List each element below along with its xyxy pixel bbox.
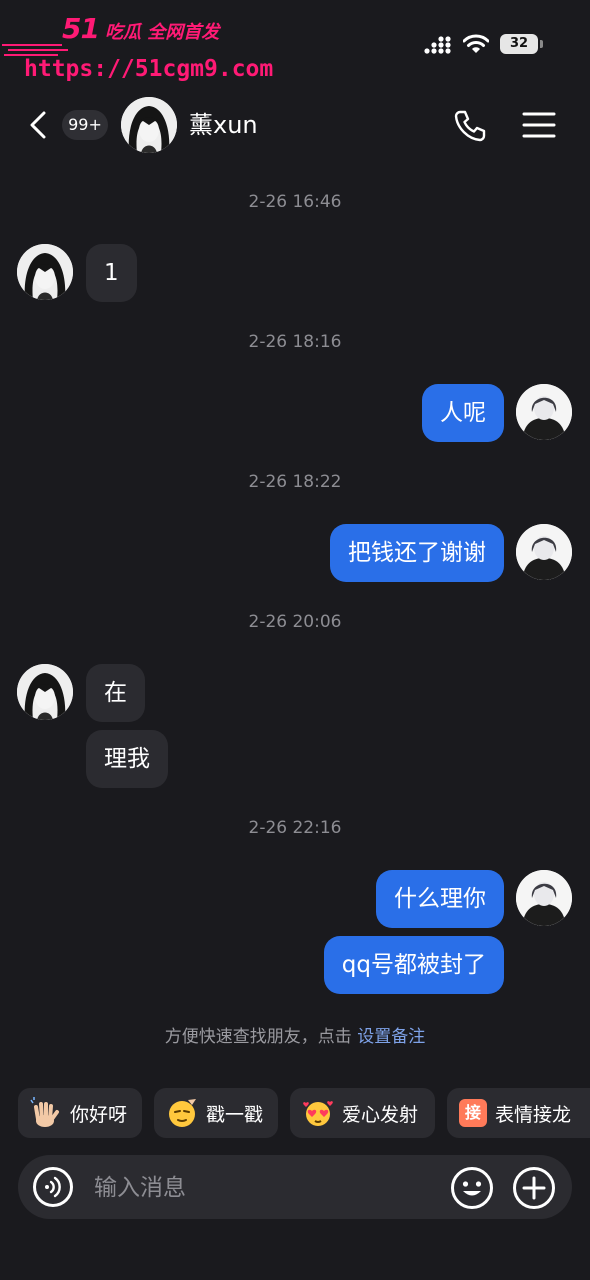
waving-hand-icon <box>30 1097 59 1127</box>
cellular-signal-icon <box>424 36 451 54</box>
message-bubble-incoming[interactable]: 1 <box>86 244 137 302</box>
watermark-url: https://51cgm9.com <box>24 56 274 82</box>
quick-reply-hello[interactable]: 你好呀 <box>18 1088 142 1138</box>
message-timestamp: 2-26 20:06 <box>248 612 342 632</box>
message-timestamp: 2-26 16:46 <box>248 192 342 212</box>
contact-avatar[interactable] <box>17 244 73 300</box>
message-timestamp: 2-26 18:22 <box>248 472 342 492</box>
jie-icon: 接 <box>459 1099 487 1127</box>
poke-face-icon <box>169 1099 196 1127</box>
voice-input-icon[interactable] <box>32 1166 74 1208</box>
message-bubble-incoming[interactable]: 在 <box>86 664 145 722</box>
my-avatar[interactable] <box>516 870 572 926</box>
battery-tip <box>540 40 543 48</box>
unread-badge[interactable]: 99+ <box>62 110 108 140</box>
battery-indicator: 32 <box>500 34 538 54</box>
message-timestamp: 2-26 18:16 <box>248 332 342 352</box>
back-arrow-icon[interactable] <box>26 110 50 140</box>
plus-icon[interactable] <box>512 1166 556 1210</box>
contact-avatar[interactable] <box>121 97 177 153</box>
message-bubble-incoming[interactable]: 理我 <box>86 730 168 788</box>
phone-call-icon[interactable] <box>452 108 488 144</box>
message-bubble-outgoing[interactable]: qq号都被封了 <box>323 936 504 994</box>
contact-avatar[interactable] <box>17 664 73 720</box>
contact-name[interactable]: 薰xun <box>189 110 258 140</box>
message-bubble-outgoing[interactable]: 什么理你 <box>376 870 504 928</box>
message-bubble-outgoing[interactable]: 把钱还了谢谢 <box>330 524 504 582</box>
set-remark-link[interactable]: 设置备注 <box>357 1027 425 1047</box>
quick-reply-heart[interactable]: 爱心发射 <box>290 1088 435 1138</box>
my-avatar[interactable] <box>516 384 572 440</box>
message-input[interactable]: 输入消息 <box>94 1172 186 1204</box>
emoji-icon[interactable] <box>450 1166 494 1210</box>
message-bubble-outgoing[interactable]: 人呢 <box>422 384 504 442</box>
quick-reply-poke[interactable]: 戳一戳 <box>154 1088 278 1138</box>
menu-icon[interactable] <box>522 110 556 140</box>
wifi-icon <box>463 34 489 53</box>
my-avatar[interactable] <box>516 524 572 580</box>
watermark-logo: 51 吃瓜 全网首发 <box>62 12 220 45</box>
remark-hint: 方便快速查找朋友，点击 设置备注 <box>164 1027 426 1047</box>
heart-face-icon <box>303 1101 333 1126</box>
message-timestamp: 2-26 22:16 <box>248 818 342 838</box>
quick-reply-emoji-chain[interactable]: 接 表情接龙 <box>447 1088 590 1138</box>
